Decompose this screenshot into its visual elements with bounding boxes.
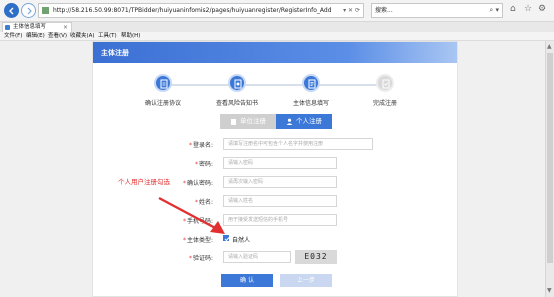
tab-strip: 主体信息填写 ×	[0, 22, 554, 32]
step-subject-info: 主体信息填写	[271, 74, 351, 107]
confirm-password-placeholder: 请再次输入密码	[228, 179, 264, 185]
previous-step-button[interactable]: 上一步	[280, 274, 332, 287]
annotation-arrow-icon	[158, 196, 225, 234]
step-complete: 完成注册	[345, 74, 425, 107]
tab-personal-register[interactable]: 个人注册	[276, 114, 332, 129]
scroll-up-icon[interactable]: ▲	[547, 43, 552, 50]
refresh-icon[interactable]: ▾ ✕ ⟳	[343, 4, 360, 17]
login-name-input[interactable]: 请填写注册名中可包含个人名字并使用注册	[223, 138, 373, 150]
page-title: 主体注册	[101, 49, 129, 57]
step-risk-notice: 查看风险告知书	[197, 74, 277, 107]
captcha-input[interactable]: 请输入验证码	[223, 251, 291, 263]
password-input[interactable]: 请输入密码	[223, 157, 337, 169]
menu-file[interactable]: 文件(F)	[4, 32, 22, 41]
settings-gear-icon[interactable]: ⚙	[538, 4, 546, 14]
scroll-down-icon[interactable]: ▼	[547, 287, 552, 294]
favicon-icon	[5, 25, 10, 30]
card-header: 主体注册	[93, 42, 457, 63]
captcha-image[interactable]: E032	[295, 250, 337, 264]
step-label: 主体信息填写	[292, 100, 329, 107]
password-placeholder: 请输入密码	[228, 160, 254, 166]
risk-notice-icon	[228, 74, 246, 92]
favorites-star-icon[interactable]: ☆	[524, 4, 532, 14]
close-tab-icon[interactable]: ×	[63, 23, 68, 32]
login-label: *登录名:	[188, 142, 213, 149]
home-icon[interactable]: ⌂	[510, 4, 516, 14]
menu-help[interactable]: 帮助(H)	[121, 32, 140, 41]
page-icon	[42, 7, 49, 14]
login-placeholder: 请填写注册名中可包含个人名字并使用注册	[228, 141, 324, 147]
browser-toolbar: http://58.216.50.99:8071/TPBidder/huiyua…	[0, 0, 554, 22]
step-label: 完成注册	[372, 100, 397, 107]
back-button[interactable]	[4, 3, 19, 18]
search-placeholder: 搜索...	[375, 7, 393, 14]
tab-unit-label: 单位注册	[240, 117, 266, 125]
menu-view[interactable]: 查看(V)	[48, 32, 67, 41]
agreement-icon	[154, 74, 172, 92]
forward-button[interactable]	[21, 3, 36, 18]
address-bar[interactable]: http://58.216.50.99:8071/TPBidder/huiyua…	[38, 3, 364, 18]
register-card: 主体注册 确认注册协议 查看风险告知书 主体信息填写 完成注册 单位注册 个人注…	[92, 41, 458, 297]
search-input[interactable]: 搜索... ⌕ ▾	[371, 3, 503, 18]
complete-icon	[376, 74, 394, 92]
annotation-text: 个人用户注册勾选	[118, 178, 170, 186]
menu-favorites[interactable]: 收藏夹(A)	[70, 32, 95, 41]
step-agreement: 确认注册协议	[123, 74, 203, 107]
phone-placeholder: 用于接受发送短信的手机号	[228, 217, 289, 223]
captcha-placeholder: 请输入验证码	[228, 254, 259, 260]
phone-input[interactable]: 用于接受发送短信的手机号	[223, 214, 337, 226]
step-label: 查看风险告知书	[215, 100, 258, 107]
password-label: *密码:	[194, 161, 213, 168]
search-icon[interactable]: ⌕ ▾	[489, 4, 499, 17]
url-text: http://58.216.50.99:8071/TPBidder/huiyua…	[53, 7, 332, 14]
menu-edit[interactable]: 编辑(E)	[26, 32, 45, 41]
browser-tab[interactable]: 主体信息填写 ×	[2, 22, 72, 32]
tab-personal-label: 个人注册	[296, 117, 322, 125]
menu-tools[interactable]: 工具(T)	[98, 32, 117, 41]
subject-info-icon	[302, 74, 320, 92]
captcha-label: *验证码:	[188, 255, 213, 262]
tab-unit-register[interactable]: 单位注册	[220, 114, 276, 129]
name-input[interactable]: 请输入姓名	[223, 195, 337, 207]
confirm-button[interactable]: 确 认	[221, 274, 273, 287]
confirm-password-input[interactable]: 请再次输入密码	[223, 176, 337, 188]
vertical-scrollbar[interactable]: ▲ ▼	[545, 41, 554, 297]
user-icon	[286, 118, 293, 125]
forward-arrow-icon	[27, 7, 32, 15]
building-icon	[231, 118, 236, 125]
menu-bar: 文件(F) 编辑(E) 查看(V) 收藏夹(A) 工具(T) 帮助(H)	[0, 32, 554, 41]
scrollbar-thumb[interactable]	[547, 53, 553, 263]
step-label: 确认注册协议	[144, 100, 181, 107]
back-arrow-icon	[9, 7, 14, 15]
tab-title: 主体信息填写	[13, 24, 47, 30]
